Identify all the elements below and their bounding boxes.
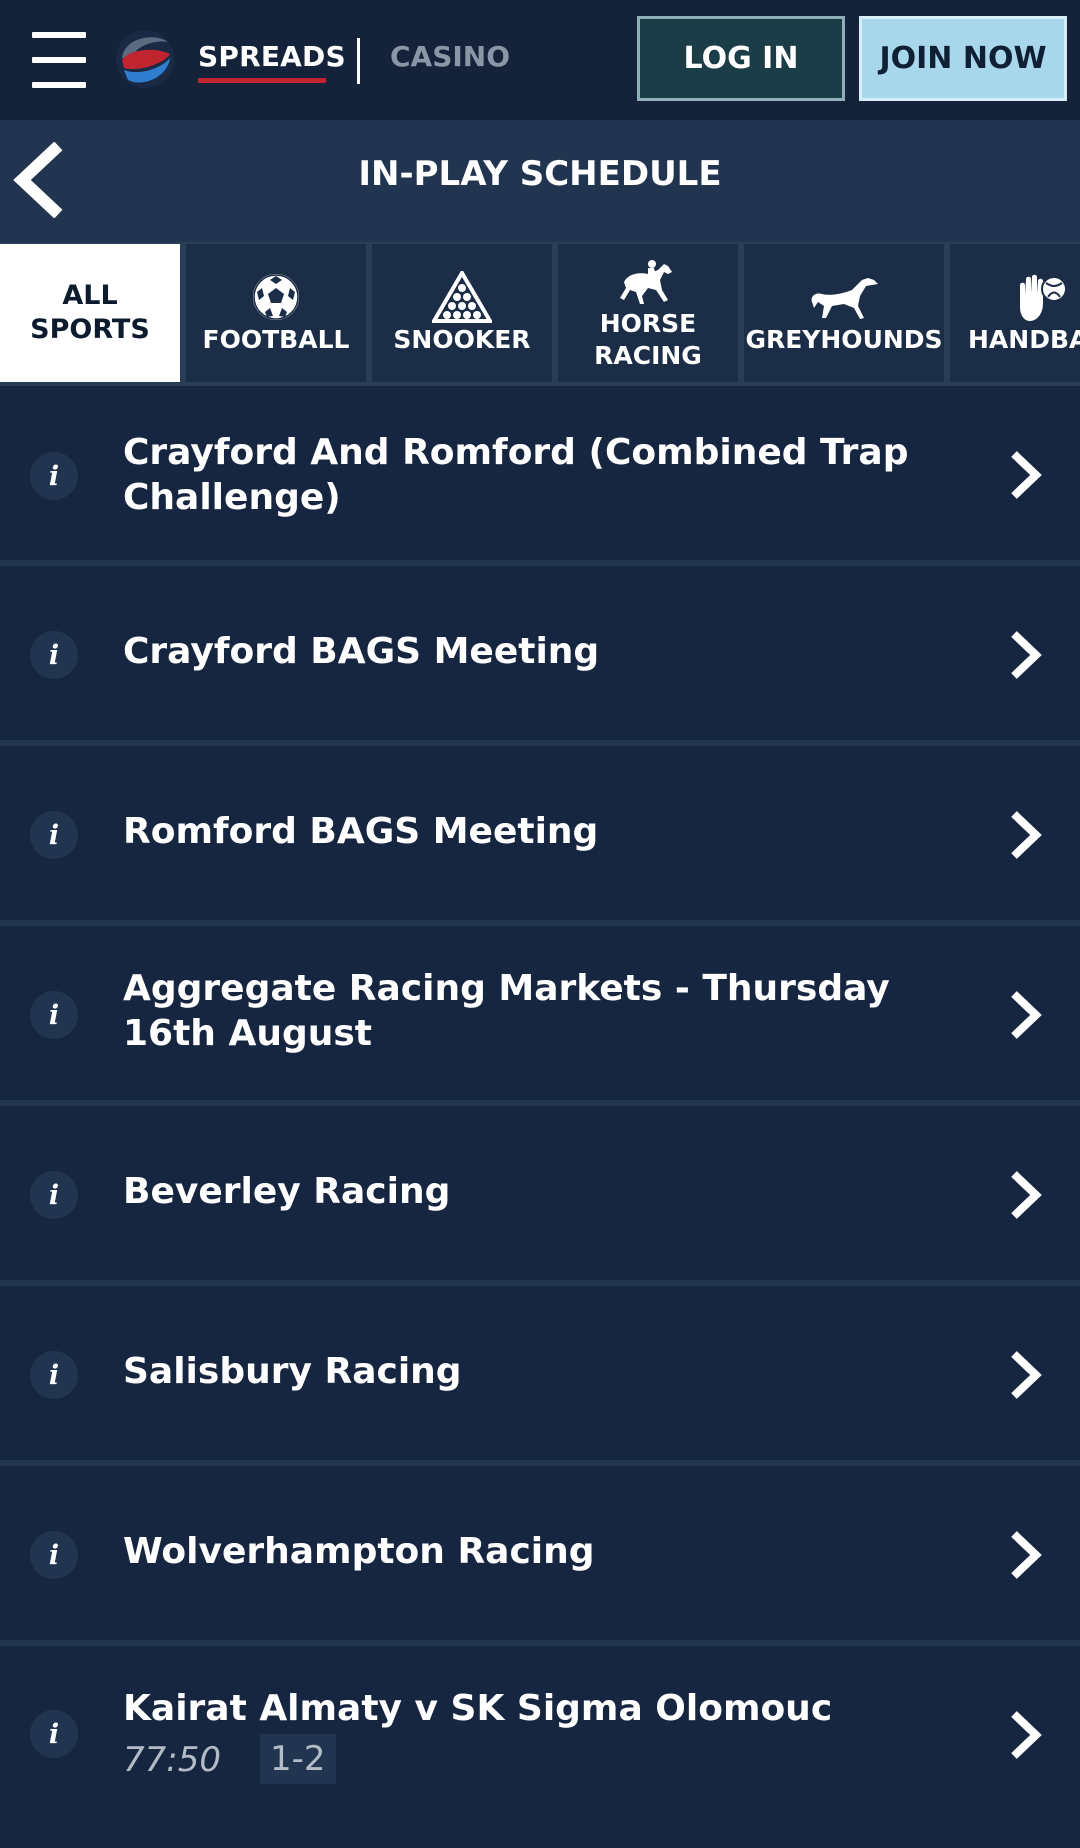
chevron-right-icon [1011,451,1042,499]
chevron-right-icon [1011,631,1042,679]
tab-label: GREYHOUNDS [745,325,943,354]
event-row[interactable]: i Wolverhampton Racing [0,1466,1080,1646]
event-title: Kairat Almaty v SK Sigma Olomouc [123,1688,833,1729]
info-icon[interactable]: i [30,1531,78,1579]
event-title: Romford BAGS Meeting [123,811,599,852]
chevron-right-icon [1011,1711,1042,1759]
chevron-right-icon [1011,1171,1042,1219]
event-row-live[interactable]: i Kairat Almaty v SK Sigma Olomouc 77:50… [0,1646,1080,1848]
tab-label: FOOTBALL [202,325,350,354]
event-row[interactable]: i Romford BAGS Meeting [0,746,1080,926]
info-icon[interactable]: i [30,1351,78,1399]
nav-divider [357,38,360,84]
event-title: Aggregate Racing Markets - Thursday 16th… [123,968,890,1054]
tab-football[interactable]: FOOTBALL [186,244,366,382]
tab-greyhounds[interactable]: GREYHOUNDS [744,244,944,382]
chevron-right-icon [1011,1531,1042,1579]
event-row[interactable]: i Salisbury Racing [0,1286,1080,1466]
active-nav-underline [198,78,326,83]
event-title: Beverley Racing [123,1171,451,1212]
info-icon[interactable]: i [30,1171,78,1219]
join-now-button[interactable]: JOIN NOW [859,16,1067,101]
sport-tabs: ALL SPORTS FOOTBALL SNOOKER HORSE RACING… [0,242,1080,386]
match-score: 1-2 [260,1734,336,1784]
football-icon [240,270,312,324]
chevron-right-icon [1011,811,1042,859]
spreads-logo[interactable] [114,28,176,90]
event-title: Crayford BAGS Meeting [123,631,600,672]
tab-label: HORSE RACING [594,309,702,370]
event-row[interactable]: i Crayford BAGS Meeting [0,566,1080,746]
event-row[interactable]: i Beverley Racing [0,1106,1080,1286]
info-icon[interactable]: i [30,452,78,500]
menu-icon[interactable] [32,32,86,88]
nav-casino[interactable]: CASINO [390,40,510,73]
event-row[interactable]: i Crayford And Romford (Combined Trap Ch… [0,386,1080,566]
handball-icon [1004,270,1076,324]
tab-label: HANDBA [968,325,1080,354]
info-icon[interactable]: i [30,811,78,859]
nav-spreads[interactable]: SPREADS [198,40,346,73]
tab-handball[interactable]: HANDBA [950,244,1080,382]
event-title: Salisbury Racing [123,1351,462,1392]
chevron-right-icon [1011,991,1042,1039]
chevron-right-icon [1011,1351,1042,1399]
tab-horse-racing[interactable]: HORSE RACING [558,244,738,382]
greyhound-icon [808,270,880,324]
event-title: Wolverhampton Racing [123,1531,595,1572]
tab-label: SNOOKER [393,325,531,354]
tab-snooker[interactable]: SNOOKER [372,244,552,382]
login-button[interactable]: LOG IN [637,16,845,101]
horse-racing-icon [612,254,684,308]
page-title: IN-PLAY SCHEDULE [358,154,722,194]
tab-label: ALL SPORTS [30,280,150,345]
event-title: Crayford And Romford (Combined Trap Chal… [123,432,909,518]
match-clock: 77:50 [123,1740,221,1780]
snooker-icon [426,270,498,324]
info-icon[interactable]: i [30,1710,78,1758]
info-icon[interactable]: i [30,631,78,679]
tab-all-sports[interactable]: ALL SPORTS [0,244,180,382]
event-row[interactable]: i Aggregate Racing Markets - Thursday 16… [0,926,1080,1106]
info-icon[interactable]: i [30,991,78,1039]
